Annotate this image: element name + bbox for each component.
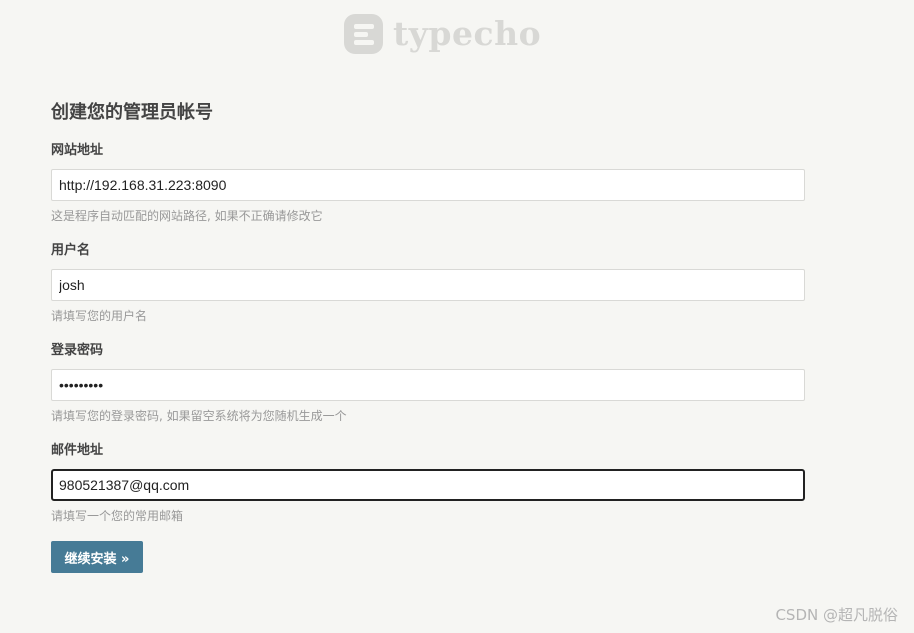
email-label: 邮件地址 [51,443,104,458]
site-url-label: 网站地址 [51,143,104,158]
password-label: 登录密码 [51,343,104,358]
email-hint: 请填写一个您的常用邮箱 [51,509,184,523]
page-title: 创建您的管理员帐号 [51,102,213,123]
password-input[interactable] [51,369,805,401]
continue-install-button[interactable]: 继续安装 » [51,541,143,573]
csdn-watermark: CSDN @超凡脱俗 [775,606,898,624]
logo-text: typecho [393,14,542,53]
install-page: typecho 创建您的管理员帐号 网站地址 这是程序自动匹配的网站路径, 如果… [0,0,914,633]
password-hint: 请填写您的登录密码, 如果留空系统将为您随机生成一个 [51,409,347,423]
username-input[interactable] [51,269,805,301]
email-input[interactable] [51,469,805,501]
typecho-logo-icon [344,14,383,54]
site-url-hint: 这是程序自动匹配的网站路径, 如果不正确请修改它 [51,209,323,223]
typecho-logo[interactable]: typecho [344,13,541,55]
username-hint: 请填写您的用户名 [51,309,148,323]
username-label: 用户名 [51,243,91,258]
site-url-input[interactable] [51,169,805,201]
